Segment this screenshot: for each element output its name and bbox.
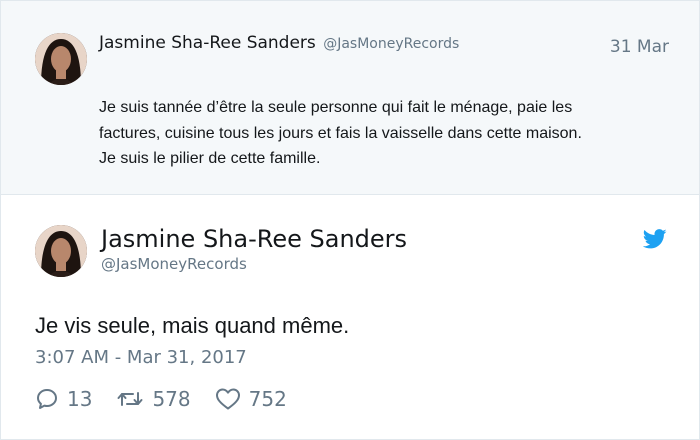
parent-text-line: factures, cuisine tous les jours et fais… <box>99 124 582 142</box>
twitter-bird-icon[interactable] <box>643 229 667 249</box>
main-author-name[interactable]: Jasmine Sha-Ree Sanders <box>101 225 407 253</box>
retweet-icon <box>117 392 143 406</box>
reply-count: 13 <box>67 387 93 411</box>
avatar-photo-icon <box>35 225 87 277</box>
reply-button[interactable]: 13 <box>35 387 92 411</box>
like-button[interactable]: 752 <box>215 387 287 411</box>
parent-text-line: Je suis tannée d’être la seule personne … <box>99 99 573 116</box>
parent-avatar[interactable] <box>35 33 87 85</box>
main-author-handle[interactable]: @JasMoneyRecords <box>101 255 247 273</box>
main-tweet-text: Je vis seule, mais quand même. <box>35 313 350 338</box>
parent-author-handle[interactable]: @JasMoneyRecords <box>323 36 459 52</box>
like-icon <box>215 388 240 410</box>
parent-tweet[interactable]: Jasmine Sha-Ree Sanders @JasMoneyRecords… <box>1 1 699 195</box>
reply-icon <box>37 389 57 409</box>
retweet-button[interactable]: 578 <box>116 387 191 411</box>
retweet-count: 578 <box>152 387 191 411</box>
parent-text-line: Je suis le pilier de cette famille. <box>99 150 321 167</box>
tweet-timestamp[interactable]: 3:07 AM - Mar 31, 2017 <box>35 347 247 368</box>
like-count: 752 <box>248 387 287 411</box>
avatar-photo-icon <box>35 33 87 85</box>
parent-author: Jasmine Sha-Ree Sanders @JasMoneyRecords <box>99 33 459 53</box>
main-avatar[interactable] <box>35 225 87 277</box>
parent-date[interactable]: 31 Mar <box>610 37 669 57</box>
parent-author-name[interactable]: Jasmine Sha-Ree Sanders <box>99 33 316 53</box>
parent-tweet-text: Je suis tannée d’être la seule personne … <box>99 95 659 172</box>
tweet-embed-card: Jasmine Sha-Ree Sanders @JasMoneyRecords… <box>0 0 700 440</box>
tweet-actions: 13 578 752 <box>35 385 311 413</box>
